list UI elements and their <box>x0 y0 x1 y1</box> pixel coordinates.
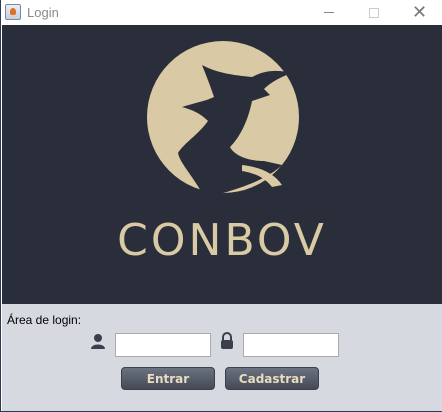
close-button[interactable]: ✕ <box>397 0 442 25</box>
lock-icon <box>221 332 233 349</box>
login-area-label: Área de login: <box>7 313 82 327</box>
maximize-button[interactable] <box>351 0 396 25</box>
close-icon: ✕ <box>411 2 428 22</box>
title-bar[interactable]: Login ✕ <box>1 0 442 25</box>
minimize-button[interactable] <box>306 0 351 25</box>
enter-button[interactable]: Entrar <box>121 367 215 390</box>
login-window: Login ✕ CONBOV Área de login: Entrar Cad… <box>0 0 442 412</box>
brand-name: CONBOV <box>117 215 327 266</box>
user-icon <box>91 334 105 349</box>
brand-banner: CONBOV <box>2 25 442 304</box>
username-input[interactable] <box>115 333 211 357</box>
register-button[interactable]: Cadastrar <box>225 367 319 390</box>
java-cup-icon <box>5 4 21 20</box>
window-title: Login <box>27 5 59 20</box>
maximize-icon <box>368 7 379 18</box>
minimize-icon <box>323 12 334 13</box>
login-panel: Área de login: Entrar Cadastrar <box>2 304 442 411</box>
password-input[interactable] <box>243 333 339 357</box>
